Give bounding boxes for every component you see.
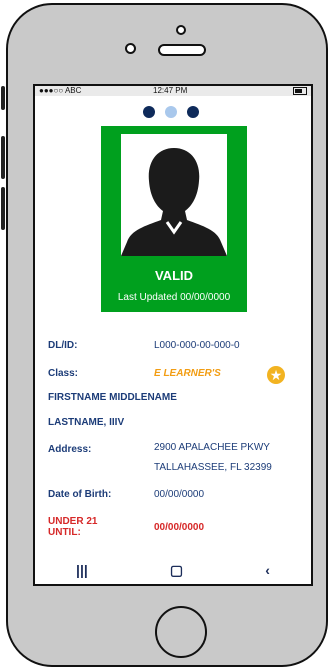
volume-up-button (1, 136, 5, 179)
license-status: VALID (154, 268, 194, 283)
volume-button (1, 86, 5, 110)
screen: ●●●○○ ABC 12:47 PM VALID Last Updated 00… (33, 84, 313, 586)
name-line1: FIRSTNAME MIDDLENAME (48, 392, 177, 403)
avatar-silhouette (121, 134, 227, 256)
address-label: Address: (48, 444, 92, 455)
dob-value: 00/00/0000 (154, 489, 205, 500)
under21-value: 00/00/0000 (154, 522, 205, 533)
carousel-dot[interactable] (143, 106, 155, 118)
class-label: Class: (48, 368, 79, 379)
sensor-icon (176, 25, 186, 35)
class-value: E LEARNER'S (154, 368, 221, 379)
home-icon[interactable]: ▢ (170, 562, 183, 579)
back-icon[interactable]: ‹ (265, 562, 270, 578)
address-line2: TALLAHASSEE, FL 32399 (154, 462, 272, 473)
star-badge-icon[interactable]: ★ (267, 366, 285, 384)
android-nav-bar: ||| ▢ ‹ (35, 556, 311, 584)
dl-label: DL/ID: (48, 340, 78, 351)
carousel-dot[interactable] (165, 106, 177, 118)
battery-icon (293, 87, 307, 95)
home-button[interactable] (155, 606, 207, 658)
carousel-dot[interactable] (187, 106, 199, 118)
status-bar: ●●●○○ ABC 12:47 PM (35, 86, 311, 96)
volume-down-button (1, 187, 5, 230)
last-updated: Last Updated 00/00/0000 (117, 292, 231, 303)
dob-label: Date of Birth: (48, 489, 112, 500)
front-camera-icon (125, 43, 136, 54)
name-line2: LASTNAME, IIIV (48, 417, 125, 428)
under21-label-line2: UNTIL: (48, 527, 81, 538)
dl-value: L000-000-00-000-0 (154, 340, 240, 351)
recent-apps-icon[interactable]: ||| (76, 562, 88, 578)
address-line1: 2900 APALACHEE PKWY (154, 442, 270, 453)
license-card: VALID Last Updated 00/00/0000 (101, 126, 247, 312)
carousel-dots (143, 106, 199, 118)
speaker-icon (158, 44, 206, 56)
carrier-label: ●●●○○ ABC (39, 86, 82, 95)
status-time: 12:47 PM (153, 86, 188, 95)
under21-label-line1: UNDER 21 (48, 516, 98, 527)
under21-label: UNDER 21 UNTIL: (48, 516, 97, 538)
